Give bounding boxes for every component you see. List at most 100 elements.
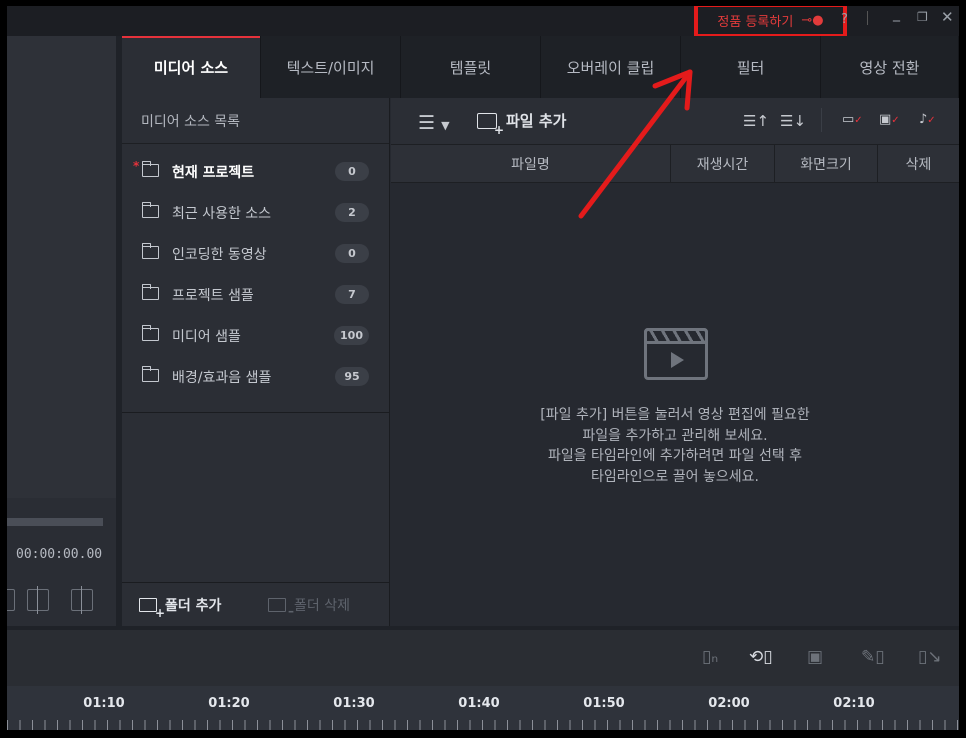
tab-label: 미디어 소스 <box>153 58 229 77</box>
new-project-icon[interactable]: ▯ₙ <box>702 647 718 667</box>
tab-label: 영상 전환 <box>859 58 920 77</box>
save-as-icon[interactable]: ✎▯ <box>861 647 885 667</box>
folder-add-icon <box>139 598 165 620</box>
open-project-icon[interactable]: ⟲▯ <box>749 647 773 667</box>
ruler-label: 01:10 <box>83 696 125 711</box>
folder-icon <box>141 202 159 218</box>
empty-line: 타임라인으로 끌어 놓으세요. <box>591 468 759 485</box>
check-audio-icon[interactable]: ♪✓ <box>919 112 936 127</box>
add-folder-label: 폴더 추가 <box>165 598 222 614</box>
sidebar-footer: 폴더 추가 폴더 삭제 <box>122 582 390 626</box>
clapper-add-icon <box>477 112 504 137</box>
trim-start-icon[interactable] <box>7 589 15 611</box>
split-icon[interactable] <box>27 586 49 614</box>
help-icon[interactable]: ? <box>841 12 848 27</box>
timeline-ruler[interactable]: 01:10 01:20 01:30 01:40 01:50 02:00 02:1… <box>7 686 959 730</box>
title-divider <box>867 11 868 25</box>
media-source-sidebar: 미디어 소스 목록 * 현재 프로젝트 0 최근 사용한 소스 2 인코딩한 동… <box>122 98 390 626</box>
trim-end-icon[interactable] <box>71 586 93 614</box>
ruler-label: 01:20 <box>208 696 250 711</box>
add-file-label: 파일 추가 <box>506 112 567 130</box>
folder-label: 프로젝트 샘플 <box>172 287 254 304</box>
file-area: ☰ ▼ 파일 추가 ☰↑ ☰↓ ▭✓ ▣✓ ♪✓ 파일명 재생시간 화면크기 삭… <box>391 98 959 626</box>
tab-label: 텍스트/이미지 <box>286 58 375 77</box>
column-delete[interactable]: 삭제 <box>878 145 959 182</box>
title-bar: 정품 등록하기 ⊸● ? _ ❐ ✕ <box>7 6 959 38</box>
file-toolbar: ☰ ▼ 파일 추가 ☰↑ ☰↓ ▭✓ ▣✓ ♪✓ <box>391 98 959 144</box>
folder-project-samples[interactable]: 프로젝트 샘플 7 <box>122 274 389 315</box>
close-icon[interactable]: ✕ <box>941 8 954 26</box>
tab-template[interactable]: 템플릿 <box>401 36 541 98</box>
ruler-ticks <box>7 720 959 730</box>
folder-media-samples[interactable]: 미디어 샘플 100 <box>122 315 389 356</box>
media-panel: 미디어 소스 텍스트/이미지 템플릿 오버레이 클립 필터 영상 전환 미디어 … <box>122 36 959 626</box>
add-file-button[interactable]: 파일 추가 <box>477 110 567 137</box>
tab-media-source[interactable]: 미디어 소스 <box>122 36 261 98</box>
column-resolution[interactable]: 화면크기 <box>775 145 878 182</box>
video-editor-window: 정품 등록하기 ⊸● ? _ ❐ ✕ 00:00:00.00 미디어 소스 텍스… <box>7 6 959 730</box>
folder-count: 100 <box>334 326 369 345</box>
empty-line: 파일을 타임라인에 추가하려면 파일 선택 후 <box>547 448 803 464</box>
register-product-button[interactable]: 정품 등록하기 ⊸● <box>694 6 847 38</box>
delete-folder-button[interactable]: 폴더 삭제 <box>268 595 350 618</box>
folder-bg-sfx-samples[interactable]: 배경/효과음 샘플 95 <box>122 356 389 397</box>
preview-timecode: 00:00:00.00 <box>16 547 103 562</box>
folder-icon <box>141 325 159 341</box>
folder-icon <box>141 366 159 382</box>
ruler-label: 01:40 <box>458 696 500 711</box>
column-duration[interactable]: 재생시간 <box>671 145 775 182</box>
folder-count: 2 <box>335 203 369 222</box>
export-icon[interactable]: ▯↘ <box>918 647 942 667</box>
register-label: 정품 등록하기 <box>717 15 794 30</box>
folder-label: 배경/효과음 샘플 <box>172 369 272 386</box>
sort-descending-icon[interactable]: ☰↓ <box>780 112 806 130</box>
file-table-header: 파일명 재생시간 화면크기 삭제 <box>391 144 959 183</box>
preview-seekbar[interactable] <box>7 518 103 526</box>
tab-label: 필터 <box>736 58 765 77</box>
restore-icon[interactable]: ❐ <box>917 10 928 24</box>
sidebar-title: 미디어 소스 목록 <box>122 98 389 144</box>
clapperboard-icon <box>644 328 708 380</box>
empty-file-list: [파일 추가] 버튼을 눌러서 영상 편집에 필요한 파일을 추가하고 관리해 … <box>391 183 959 626</box>
add-folder-button[interactable]: 폴더 추가 <box>139 595 222 620</box>
menu-icon[interactable]: ☰ ▼ <box>418 112 450 134</box>
timeline-toolbar: ▯ₙ ⟲▯ ▣ ✎▯ ▯↘ <box>7 630 959 686</box>
check-image-icon[interactable]: ▣✓ <box>879 112 900 127</box>
folder-encoded-videos[interactable]: 인코딩한 동영상 0 <box>122 233 389 274</box>
column-filename[interactable]: 파일명 <box>391 145 671 182</box>
folder-count: 0 <box>335 244 369 263</box>
folder-current-project[interactable]: * 현재 프로젝트 0 <box>122 151 389 192</box>
delete-folder-label: 폴더 삭제 <box>294 598 350 614</box>
empty-line: [파일 추가] 버튼을 눌러서 영상 편집에 필요한 <box>540 407 810 423</box>
ruler-label: 01:50 <box>583 696 625 711</box>
preview-screen <box>7 36 116 498</box>
tab-filter[interactable]: 필터 <box>681 36 821 98</box>
empty-state-message: [파일 추가] 버튼을 눌러서 영상 편집에 필요한 파일을 추가하고 관리해 … <box>391 405 959 487</box>
folder-recent[interactable]: 최근 사용한 소스 2 <box>122 192 389 233</box>
ruler-label: 02:10 <box>833 696 875 711</box>
active-dot: * <box>133 159 140 173</box>
toolbar-divider <box>821 108 822 132</box>
key-icon: ⊸● <box>801 13 824 28</box>
folder-icon <box>141 284 159 300</box>
folder-label: 미디어 샘플 <box>172 328 241 345</box>
screenshot-frame: 정품 등록하기 ⊸● ? _ ❐ ✕ 00:00:00.00 미디어 소스 텍스… <box>0 0 966 738</box>
minimize-icon[interactable]: _ <box>893 6 900 22</box>
folder-export-icon <box>141 243 159 259</box>
tab-overlay-clip[interactable]: 오버레이 클립 <box>541 36 681 98</box>
folder-count: 95 <box>335 367 369 386</box>
folder-open-icon <box>141 161 159 177</box>
save-icon[interactable]: ▣ <box>807 647 823 667</box>
ruler-label: 02:00 <box>708 696 750 711</box>
tab-text-image[interactable]: 텍스트/이미지 <box>261 36 401 98</box>
tab-transition[interactable]: 영상 전환 <box>821 36 959 98</box>
folder-label: 현재 프로젝트 <box>172 164 255 181</box>
tab-label: 오버레이 클립 <box>566 58 655 77</box>
folder-count: 7 <box>335 285 369 304</box>
sort-ascending-icon[interactable]: ☰↑ <box>743 112 769 130</box>
folder-count: 0 <box>335 162 369 181</box>
sidebar-divider <box>122 412 390 413</box>
check-video-icon[interactable]: ▭✓ <box>842 112 863 127</box>
ruler-label: 01:30 <box>333 696 375 711</box>
tab-label: 템플릿 <box>449 58 492 77</box>
